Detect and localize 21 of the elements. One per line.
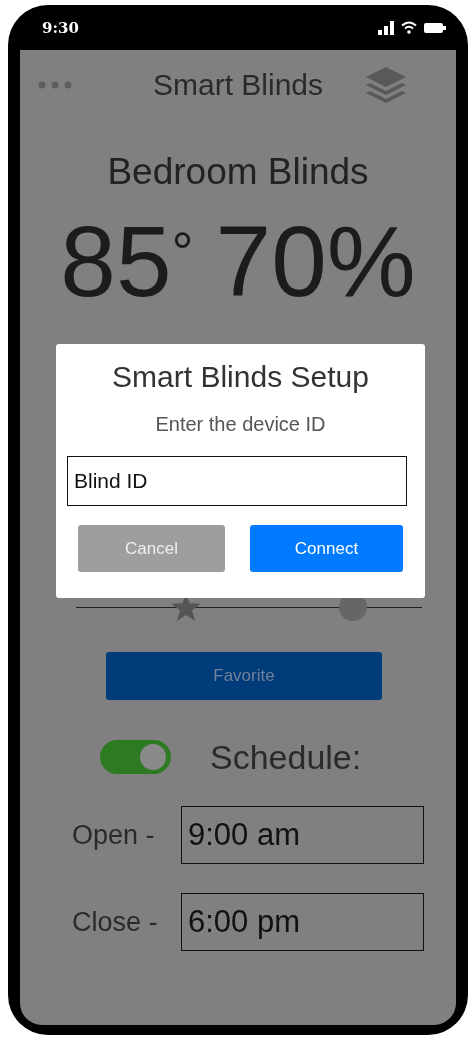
signal-icon: [378, 20, 394, 35]
wifi-icon: [401, 21, 417, 34]
device-id-field[interactable]: Blind ID: [67, 456, 407, 506]
schedule-toggle[interactable]: [100, 740, 171, 774]
temperature-reading: 85$^{°}$: [60, 206, 194, 316]
schedule-label: Schedule:: [210, 737, 362, 777]
time-label: Close -: [72, 906, 159, 938]
time-field[interactable]: 6:00 pm: [181, 893, 424, 951]
favorite-button[interactable]: Favorite: [106, 652, 382, 700]
time-label: Open -: [72, 819, 156, 851]
battery-icon: [424, 22, 446, 33]
dialog-prompt: Enter the device ID: [154, 412, 327, 437]
dialog-title: Smart Blinds Setup: [111, 359, 370, 395]
app-title: Smart Blinds: [152, 68, 324, 102]
device-name: Bedroom Blinds: [106, 150, 370, 194]
layers-icon[interactable]: [365, 67, 407, 103]
status-time: 9:30: [42, 18, 79, 37]
connect-button[interactable]: Connect: [250, 525, 403, 572]
more-icon[interactable]: [38, 81, 72, 89]
blind-position-reading: 70%: [215, 206, 416, 316]
time-field[interactable]: 9:00 am: [181, 806, 424, 864]
